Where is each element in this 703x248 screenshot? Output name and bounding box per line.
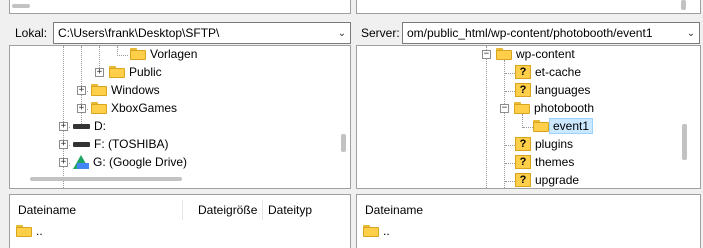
tree-item-public[interactable]: + Public	[95, 63, 162, 81]
tree-item-label: languages	[535, 83, 591, 97]
expand-icon[interactable]: +	[59, 121, 68, 131]
tree-item-label: themes	[535, 155, 575, 169]
top-left-panel-edge	[9, 0, 351, 14]
tree-item-label: F: (TOSHIBA)	[94, 137, 169, 151]
folder-icon	[16, 225, 32, 237]
collapse-icon[interactable]: −	[500, 103, 509, 113]
tree-item-themes[interactable]: ? themes	[515, 153, 574, 171]
google-drive-icon	[73, 155, 89, 169]
folder-icon	[91, 84, 107, 96]
remote-tree-panel: − wp-content ? et-cache ? languages − ph…	[356, 45, 701, 189]
expand-icon[interactable]: +	[59, 157, 68, 167]
local-path-input[interactable]: C:\Users\frank\Desktop\SFTP\	[54, 26, 334, 40]
expand-icon[interactable]: +	[77, 85, 86, 95]
chevron-down-icon[interactable]: ⌄	[334, 28, 350, 39]
folder-icon	[363, 225, 379, 237]
tree-item-plugins[interactable]: ? plugins	[515, 135, 573, 153]
file-name: ..	[383, 224, 390, 238]
tree-item-label: wp-content	[516, 47, 575, 61]
file-name: ..	[36, 224, 43, 238]
sort-arrow-icon: ^	[93, 194, 98, 201]
folder-icon	[514, 102, 530, 114]
remote-path-label: Server:	[361, 26, 400, 40]
local-tree-vertical-scrollbar[interactable]	[341, 134, 346, 152]
unknown-folder-icon: ?	[515, 137, 531, 151]
tree-item-label: Windows	[111, 83, 160, 97]
folder-icon	[130, 48, 146, 60]
local-path-bar: Lokal: C:\Users\frank\Desktop\SFTP\ ⌄	[12, 22, 351, 44]
remote-path-combobox[interactable]: om/public_html/wp-content/photobooth/eve…	[402, 22, 700, 44]
top-right-scrollbar[interactable]	[681, 0, 686, 10]
remote-path-input[interactable]: om/public_html/wp-content/photobooth/eve…	[403, 26, 683, 40]
tree-item-drive-d[interactable]: + D:	[59, 117, 106, 135]
local-file-list: Dateiname ^ Dateigröße Dateityp ..	[9, 194, 351, 248]
unknown-folder-icon: ?	[515, 83, 531, 97]
tree-item-et-cache[interactable]: ? et-cache	[515, 63, 581, 81]
top-left-scrollbar[interactable]	[12, 4, 30, 8]
unknown-folder-icon: ?	[515, 173, 531, 187]
tree-item-windows[interactable]: + Windows	[77, 81, 160, 99]
column-header-filename[interactable]: Dateiname	[18, 200, 76, 220]
local-path-combobox[interactable]: C:\Users\frank\Desktop\SFTP\ ⌄	[53, 22, 351, 44]
file-row-parent[interactable]: ..	[16, 222, 43, 240]
expand-icon[interactable]: +	[95, 67, 104, 77]
remote-path-bar: Server: om/public_html/wp-content/photob…	[358, 22, 702, 44]
tree-item-event1[interactable]: event1	[533, 117, 594, 135]
expand-icon[interactable]: +	[59, 139, 68, 149]
tree-item-vorlagen[interactable]: Vorlagen	[130, 46, 198, 63]
collapse-icon[interactable]: −	[482, 49, 491, 59]
remote-tree-vertical-scrollbar[interactable]	[682, 124, 687, 160]
column-header-filename[interactable]: Dateiname	[365, 200, 423, 220]
tree-item-label: XboxGames	[111, 101, 178, 115]
folder-icon	[533, 120, 549, 132]
tree-item-upgrade[interactable]: ? upgrade	[515, 171, 580, 188]
tree-item-label: Public	[129, 65, 162, 79]
unknown-folder-icon: ?	[515, 65, 531, 79]
tree-item-label: plugins	[535, 137, 574, 151]
unknown-folder-icon: ?	[515, 155, 531, 169]
tree-item-label: Vorlagen	[150, 47, 198, 61]
tree-item-label: photobooth	[534, 101, 595, 115]
drive-icon	[73, 141, 90, 147]
folder-icon	[91, 102, 107, 114]
tree-item-drive-f[interactable]: + F: (TOSHIBA)	[59, 135, 168, 153]
top-right-panel-edge	[356, 0, 701, 14]
tree-item-label-selected: event1	[549, 118, 594, 134]
tree-item-label: D:	[94, 119, 106, 133]
column-header-filetype[interactable]: Dateityp	[268, 200, 312, 220]
expand-icon[interactable]: +	[77, 103, 86, 113]
tree-item-drive-g[interactable]: + G: (Google Drive)	[59, 153, 187, 171]
tree-item-label: upgrade	[535, 173, 580, 187]
local-path-label: Lokal:	[15, 26, 48, 40]
remote-file-list: Dateiname ..	[356, 194, 701, 248]
tree-item-photobooth[interactable]: − photobooth	[500, 99, 594, 117]
tree-item-label: G: (Google Drive)	[93, 155, 188, 169]
drive-icon	[73, 123, 90, 129]
local-tree-horizontal-scrollbar[interactable]	[30, 177, 182, 181]
folder-icon	[109, 66, 125, 78]
column-header-filesize[interactable]: Dateigröße	[198, 200, 257, 220]
chevron-down-icon[interactable]: ⌄	[683, 28, 699, 39]
local-tree-panel: Vorlagen + Public + Windows + XboxGames …	[9, 45, 351, 189]
tree-item-languages[interactable]: ? languages	[515, 81, 590, 99]
tree-item-wp-content[interactable]: − wp-content	[482, 46, 575, 63]
file-row-parent[interactable]: ..	[363, 222, 390, 240]
tree-item-xboxgames[interactable]: + XboxGames	[77, 99, 177, 117]
tree-item-label: et-cache	[535, 65, 582, 79]
folder-icon	[496, 48, 512, 60]
